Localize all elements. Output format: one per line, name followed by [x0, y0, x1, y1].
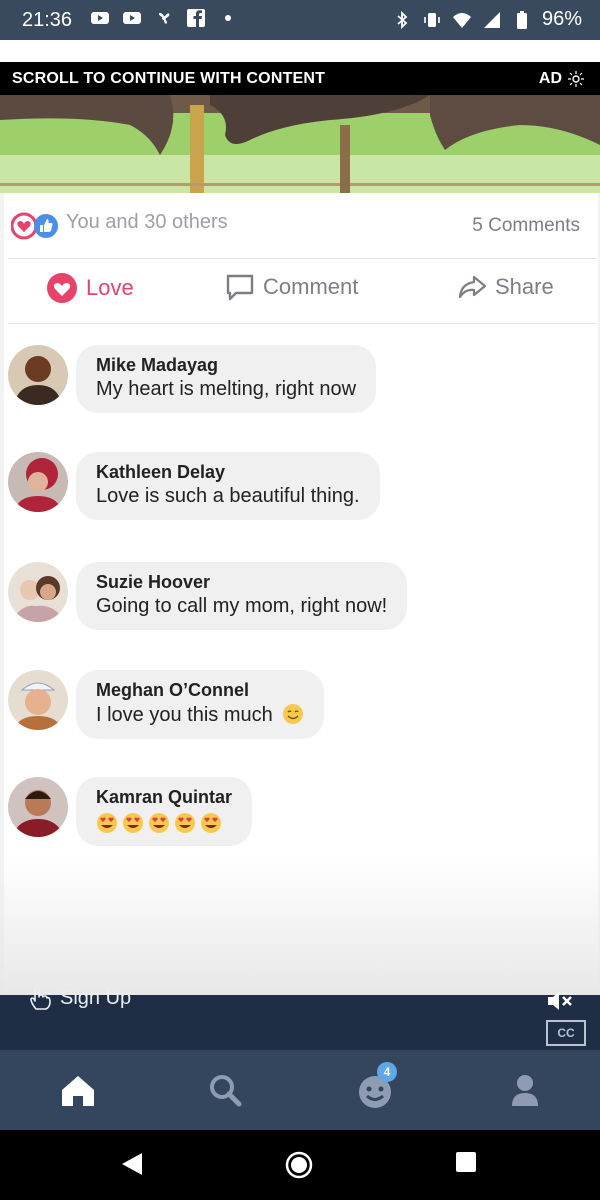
avatar [8, 562, 68, 622]
comment-text: Going to call my mom, right now! [96, 595, 388, 617]
avatar [8, 345, 68, 405]
emoji-row [96, 812, 232, 834]
back-icon[interactable] [118, 1150, 146, 1178]
share-icon [458, 275, 487, 299]
avatar [8, 670, 68, 730]
comment-bubble: Mike Madayag My heart is melting, right … [76, 345, 377, 413]
ad-bar: SCROLL TO CONTINUE WITH CONTENT AD [0, 62, 600, 95]
account-icon[interactable] [503, 1068, 547, 1112]
wifi-icon [452, 12, 471, 28]
heart-eyes-emoji-icon [97, 813, 117, 833]
status-time: 21:36 [22, 9, 73, 31]
comment-bubble: Kathleen Delay Love is such a beautiful … [76, 452, 380, 520]
mute-icon[interactable] [546, 989, 574, 1013]
vibrate-icon [424, 12, 440, 27]
comment-item: Suzie Hoover Going to call my mom, right… [8, 562, 588, 642]
activity-tab[interactable]: 4 [353, 1062, 397, 1112]
notification-icons [90, 8, 238, 28]
status-bar: 21:36 96% [0, 0, 600, 40]
bottom-nav: 4 [0, 1050, 600, 1130]
dot-icon [225, 15, 231, 21]
recents-icon[interactable] [454, 1150, 478, 1174]
comment-button[interactable]: Comment [225, 272, 358, 302]
love-button[interactable]: Love [46, 272, 134, 304]
comments-count[interactable]: 5 Comments [472, 215, 580, 237]
comment-item: Kamran Quintar [8, 777, 588, 857]
system-status: 96% [392, 8, 582, 31]
comment-item: Kathleen Delay Love is such a beautiful … [8, 452, 588, 532]
love-label: Love [86, 275, 134, 300]
share-button[interactable]: Share [457, 272, 554, 302]
hugging-face-emoji-icon [283, 704, 304, 724]
home-icon[interactable] [56, 1068, 100, 1112]
heart-eyes-emoji-icon [175, 813, 195, 833]
reaction-icons [11, 212, 58, 240]
battery-level: 96% [541, 8, 582, 30]
comment-text: My heart is melting, right now [96, 378, 357, 400]
search-icon[interactable] [203, 1068, 247, 1112]
closed-captions-button[interactable]: CC [546, 1020, 586, 1046]
home-button-icon[interactable] [284, 1150, 314, 1180]
comment-item: Meghan O’Connel I love you this much [8, 670, 588, 750]
comment-author[interactable]: Mike Madayag [96, 355, 356, 376]
ad-info[interactable]: AD [539, 70, 584, 88]
divider [8, 323, 596, 324]
comment-author[interactable]: Kamran Quintar [96, 787, 232, 808]
pointer-hand-icon [30, 986, 51, 1010]
facebook-icon [187, 9, 205, 28]
heart-eyes-emoji-icon [123, 813, 143, 833]
bluetooth-icon [397, 10, 408, 29]
video-ad[interactable]: You and 30 others 5 Comments Love Commen… [0, 95, 600, 995]
top-spacer [0, 40, 600, 62]
youtube-icon [91, 12, 109, 24]
comment-icon [226, 274, 254, 301]
comment-text-content: I love you this much [96, 704, 273, 726]
heart-eyes-emoji-icon [201, 813, 221, 833]
signal-icon [483, 11, 500, 28]
comment-label: Comment [263, 274, 359, 299]
video-fade [0, 855, 600, 995]
battery-icon [516, 10, 527, 29]
sign-up-label: Sign Up [60, 986, 132, 1009]
heart-eyes-emoji-icon [149, 813, 169, 833]
brightness-icon [568, 71, 584, 87]
comment-bubble: Meghan O’Connel I love you this much [76, 670, 325, 739]
comment-bubble: Suzie Hoover Going to call my mom, right… [76, 562, 408, 630]
comment-bubble: Kamran Quintar [76, 777, 253, 846]
ad-label: AD [538, 70, 562, 87]
reactions-text: You and 30 others [66, 211, 228, 233]
reaction-summary[interactable]: You and 30 others 5 Comments [8, 205, 588, 245]
elephant-photo [0, 95, 600, 193]
divider [8, 258, 596, 259]
video-controls: Sign Up CC [0, 986, 600, 1050]
avatar [8, 777, 68, 837]
share-label: Share [495, 274, 554, 299]
post-actions: Love Comment Share [0, 260, 600, 320]
comment-text: I love you this much [96, 703, 304, 727]
android-nav-bar [0, 1130, 600, 1200]
notification-badge: 4 [377, 1062, 397, 1082]
heart-icon [47, 273, 77, 303]
youtube-icon [123, 12, 141, 24]
avatar [8, 452, 68, 512]
scroll-to-continue-label: SCROLL TO CONTINUE WITH CONTENT [12, 70, 326, 87]
comment-author[interactable]: Meghan O’Connel [96, 680, 304, 701]
fan-icon [158, 12, 170, 24]
comment-author[interactable]: Suzie Hoover [96, 572, 387, 593]
comment-author[interactable]: Kathleen Delay [96, 462, 360, 483]
sign-up-link[interactable]: Sign Up [28, 985, 131, 1011]
comment-item: Mike Madayag My heart is melting, right … [8, 345, 588, 425]
comment-text: Love is such a beautiful thing. [96, 485, 360, 507]
